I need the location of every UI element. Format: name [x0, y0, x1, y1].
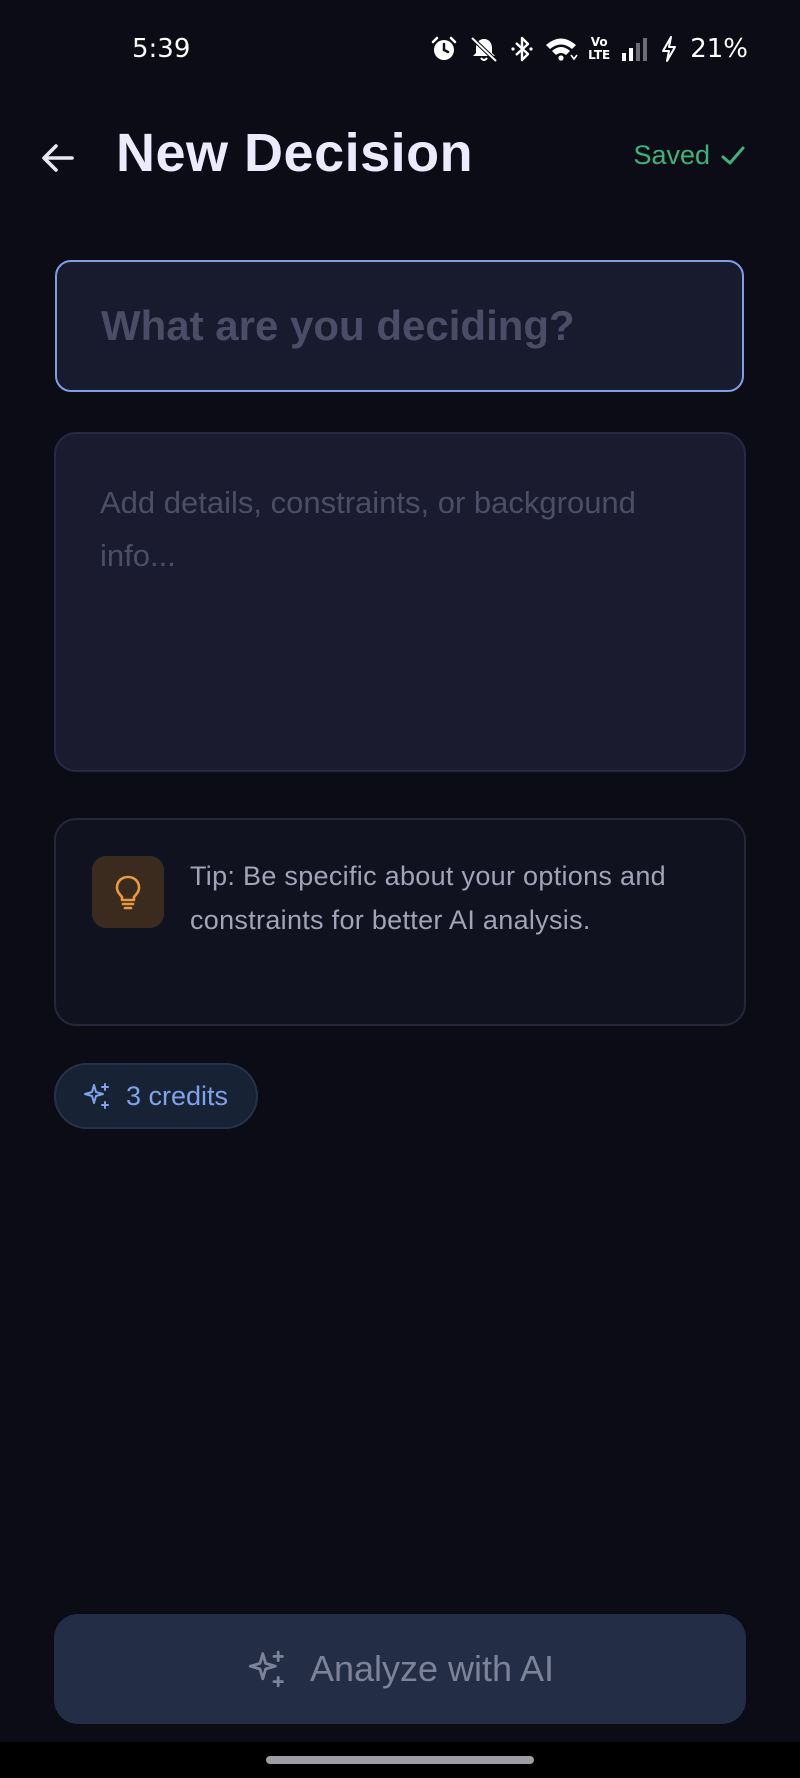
- status-time: 5:39: [132, 34, 191, 64]
- status-icons: Vo LTE 21%: [430, 32, 748, 66]
- check-icon: [720, 143, 746, 169]
- page-title: New Decision: [116, 123, 474, 183]
- decision-title-input[interactable]: [55, 260, 744, 392]
- app-header: New Decision Saved: [0, 110, 800, 202]
- volte-icon: Vo LTE: [588, 36, 610, 62]
- saved-label: Saved: [633, 140, 710, 170]
- arrow-left-icon: [38, 138, 78, 178]
- home-indicator[interactable]: [266, 1756, 534, 1764]
- status-bar: 5:39 Vo LTE 21%: [0, 0, 800, 100]
- lightbulb-icon: [111, 874, 145, 910]
- sparkles-icon: [246, 1648, 288, 1690]
- analyze-label: Analyze with AI: [309, 1648, 555, 1689]
- back-button[interactable]: [30, 130, 86, 186]
- tip-icon-box: [92, 856, 164, 928]
- tip-text: Tip: Be specific about your options and …: [190, 861, 666, 935]
- battery-level: 21%: [690, 34, 748, 64]
- saved-indicator: Saved: [633, 140, 746, 171]
- credits-badge[interactable]: 3 credits: [54, 1063, 259, 1129]
- charging-icon: [660, 35, 678, 63]
- wifi-icon: [544, 35, 578, 63]
- sparkles-icon: [82, 1081, 112, 1111]
- volte-line2: LTE: [588, 48, 611, 62]
- credits-label: 3 credits: [126, 1080, 229, 1111]
- analyze-with-ai-button[interactable]: Analyze with AI: [54, 1614, 746, 1724]
- tip-card: Tip: Be specific about your options and …: [54, 818, 746, 1026]
- system-nav-bar: [0, 1742, 800, 1778]
- signal-icon: [620, 35, 650, 63]
- alarm-icon: [430, 35, 458, 63]
- mute-icon: [468, 35, 500, 63]
- decision-details-input[interactable]: [54, 432, 746, 772]
- bluetooth-icon: [510, 35, 534, 63]
